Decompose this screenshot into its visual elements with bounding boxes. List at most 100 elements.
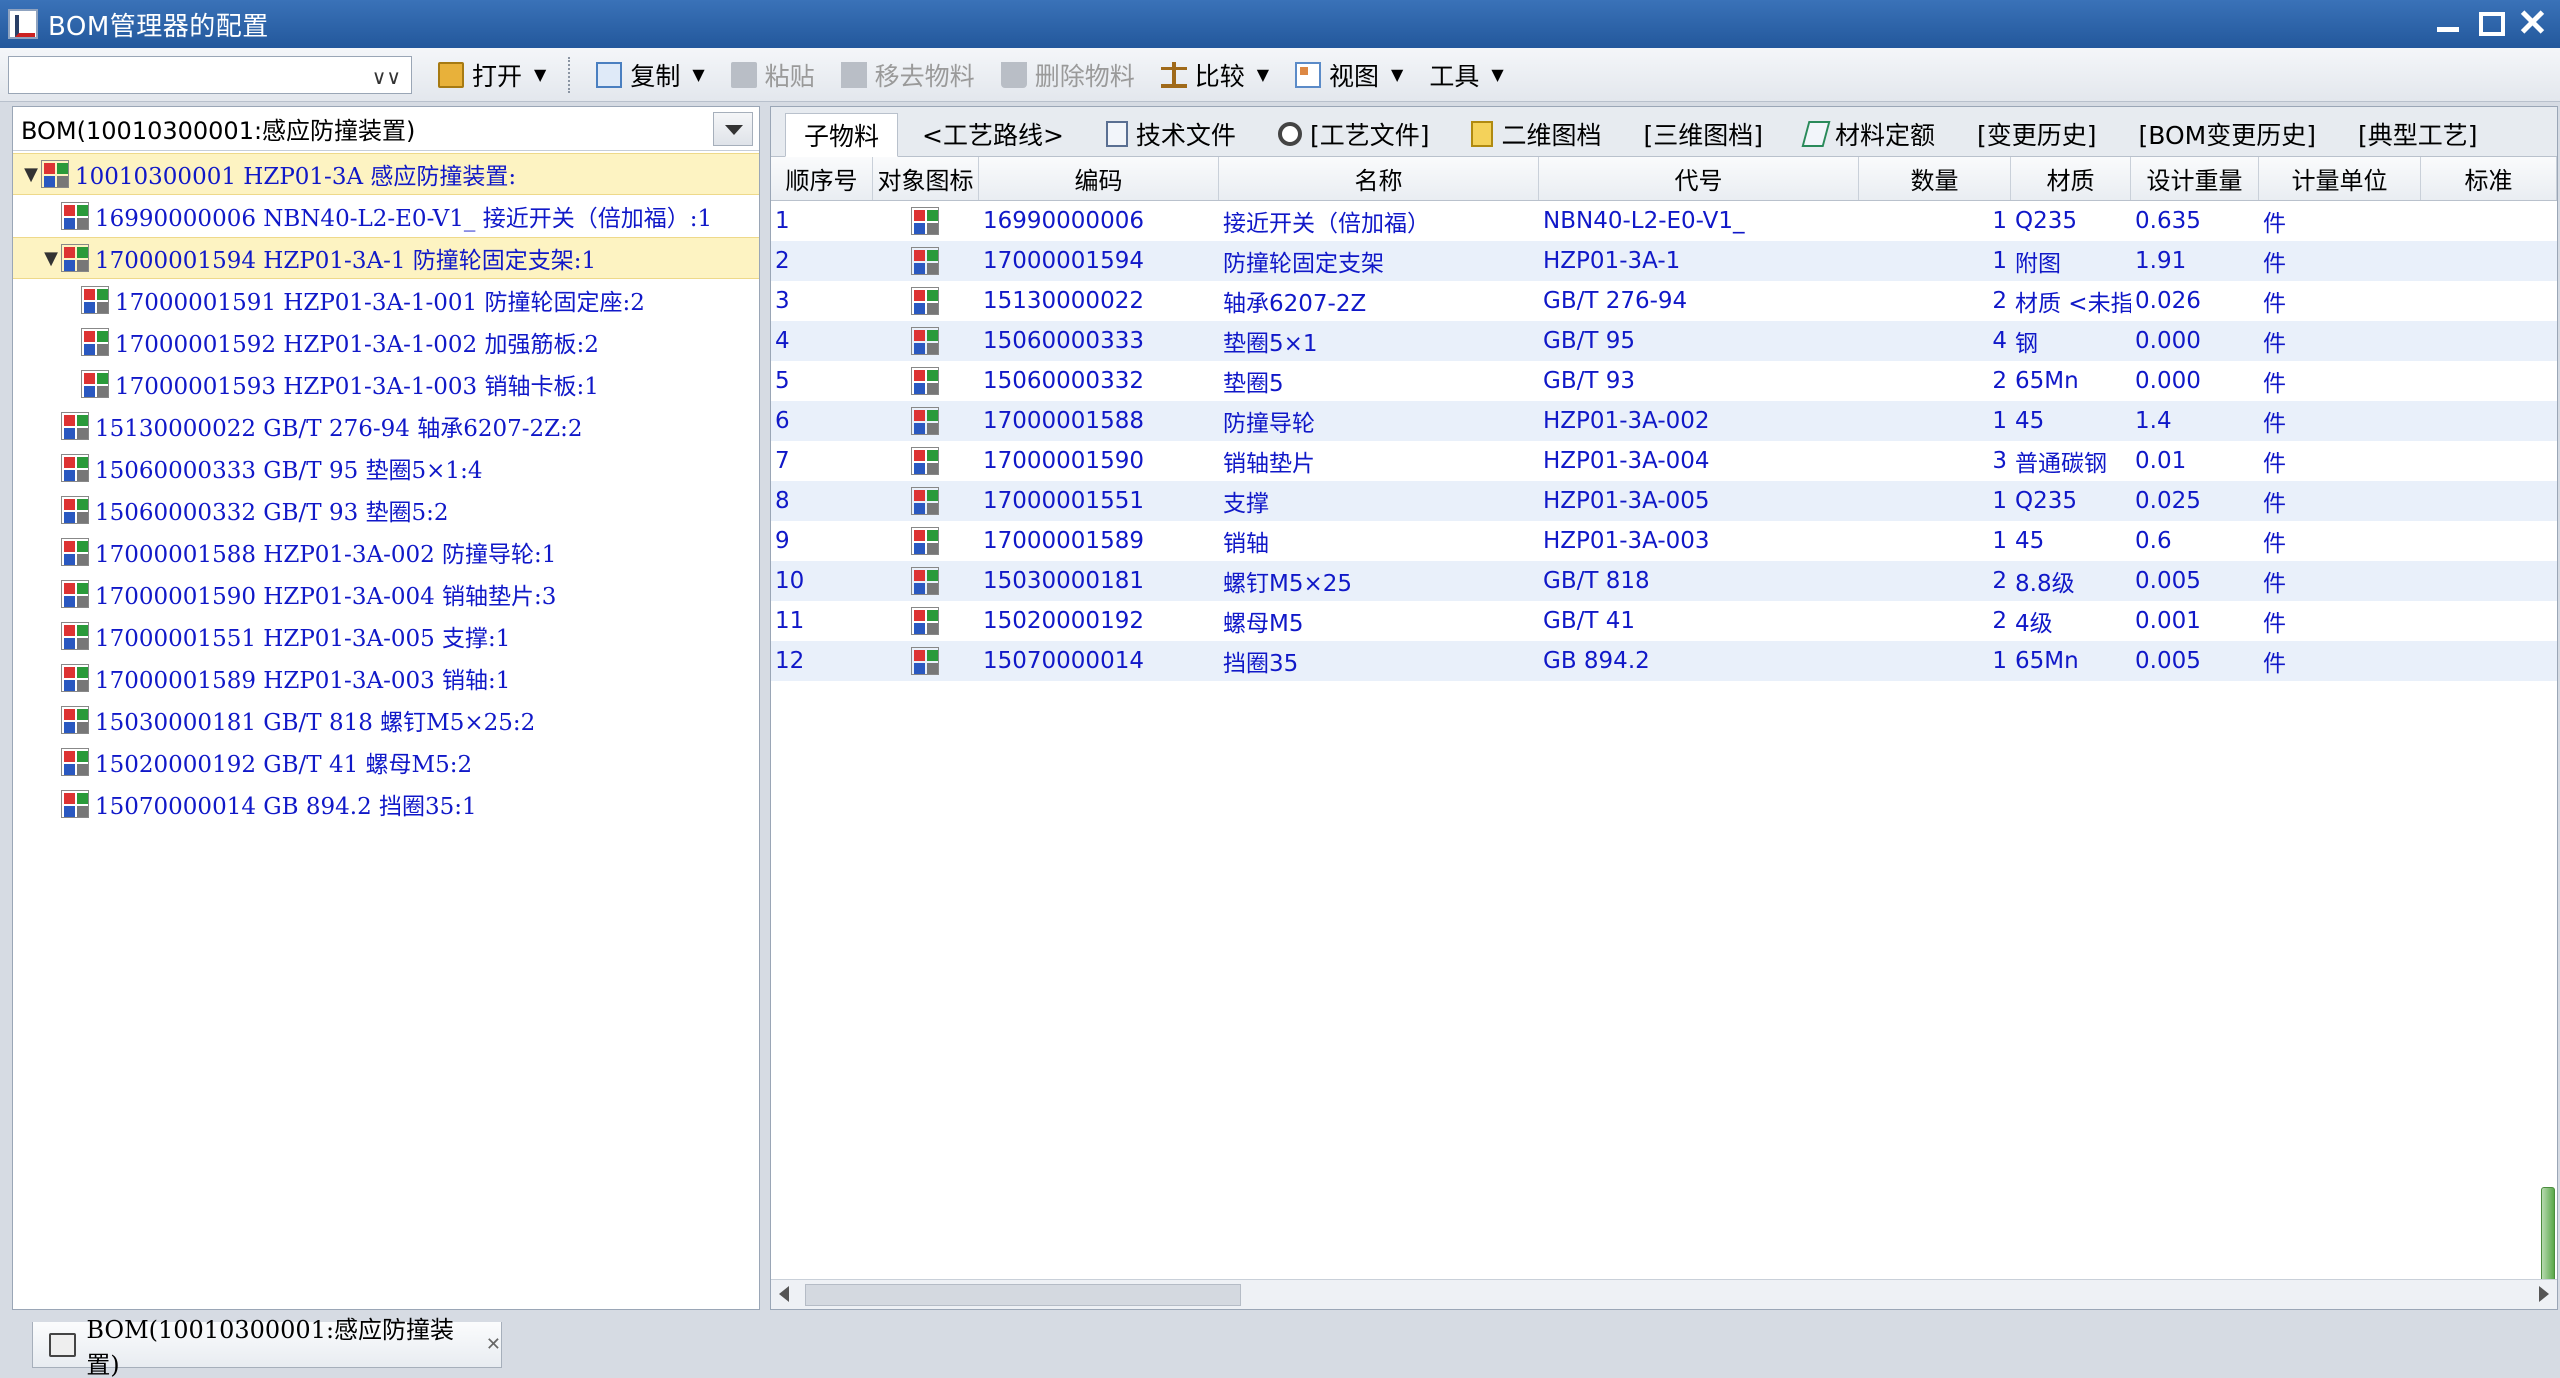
table-cell: 11 (775, 608, 805, 634)
document-tab[interactable]: BOM(10010300001:感应防撞装置) ✕ (32, 1316, 502, 1378)
part-icon (61, 538, 89, 566)
table-cell: 件 (2263, 611, 2286, 637)
table-cell: 件 (2263, 291, 2286, 317)
table-row[interactable]: 2 17000001594 防撞轮固定支架 HZP01-3A-1 1 附图 1.91 件 (771, 241, 2557, 281)
tree-node[interactable]: 17000001591 HZP01-3A-1-001 防撞轮固定座:2 (13, 279, 759, 321)
bom-tree-panel: BOM(10010300001:感应防撞装置) ▼ 10010300001 HZP… (12, 106, 760, 1310)
table-row[interactable]: 1 16990000006 接近开关（倍加福） NBN40-L2-E0-V1_ 1 Q23… (771, 201, 2557, 241)
table-row[interactable]: 5 15060000332 垫圈5 GB/T 93 2 65Mn 0.000 件 (771, 361, 2557, 401)
caret-down-icon: ▼ (1491, 65, 1504, 84)
minimize-icon[interactable] (2434, 8, 2462, 36)
open-button[interactable]: 打开 ▼ (438, 57, 546, 93)
table-cell: 65Mn (2015, 368, 2079, 394)
table-row[interactable]: 11 15020000192 螺母M5 GB/T 41 2 4级 0.001 件 (771, 601, 2557, 641)
part-icon (81, 328, 109, 356)
table-cell: Q235 (2015, 488, 2078, 514)
tree-node[interactable]: 15030000181 GB/T 818 螺钉M5×25:2 (13, 699, 759, 741)
bom-selector[interactable]: BOM(10010300001:感应防撞装置) (13, 107, 759, 151)
tree-node-label: 15070000014 GB 894.2 挡圈35:1 (95, 794, 477, 820)
tab-0[interactable]: 子物料 (785, 113, 899, 157)
dropdown-arrow-icon[interactable] (713, 112, 753, 146)
table-cell: 0.01 (2135, 448, 2187, 474)
table-cell: 15130000022 (983, 288, 1144, 314)
gear-icon (1277, 122, 1302, 146)
table-row[interactable]: 10 15030000181 螺钉M5×25 GB/T 818 2 8.8级 0.005 件 (771, 561, 2557, 601)
compare-button[interactable]: 比较 ▼ (1160, 57, 1269, 93)
part-icon (41, 160, 69, 188)
table-cell: 4 (1992, 328, 2007, 354)
tab-8[interactable]: [BOM变更历史] (2121, 112, 2334, 156)
table-row[interactable]: 7 17000001590 销轴垫片 HZP01-3A-004 3 普通碳钢 0.01 件 (771, 441, 2557, 481)
tree-node[interactable]: 17000001551 HZP01-3A-005 支撑:1 (13, 615, 759, 657)
tab-4[interactable]: 二维图档 (1453, 112, 1619, 156)
tools-button[interactable]: 工具 ▼ (1429, 57, 1503, 93)
table-row[interactable]: 9 17000001589 销轴 HZP01-3A-003 1 45 0.6 件 (771, 521, 2557, 561)
paste-button[interactable]: 粘贴 (730, 57, 815, 93)
column-header[interactable]: 标准 (2421, 157, 2557, 200)
table-row[interactable]: 3 15130000022 轴承6207-2Z GB/T 276-94 2 材质 <未指定… (771, 281, 2557, 321)
horizontal-scrollbar[interactable] (771, 1279, 2557, 1309)
close-tab-icon[interactable]: ✕ (486, 1334, 501, 1355)
tab-1[interactable]: <工艺路线> (904, 112, 1082, 156)
tree-node[interactable]: 17000001589 HZP01-3A-003 销轴:1 (13, 657, 759, 699)
material-icon (1801, 121, 1831, 147)
table-row[interactable]: 6 17000001588 防撞导轮 HZP01-3A-002 1 45 1.4 件 (771, 401, 2557, 441)
tree-node[interactable]: ▼ 17000001594 HZP01-3A-1 防撞轮固定支架:1 (13, 237, 759, 279)
tree-node[interactable]: 17000001588 HZP01-3A-002 防撞导轮:1 (13, 531, 759, 573)
tab-3[interactable]: [工艺文件] (1260, 112, 1448, 156)
table-cell (873, 287, 979, 315)
tree-node[interactable]: 17000001590 HZP01-3A-004 销轴垫片:3 (13, 573, 759, 615)
tree-node[interactable]: 15020000192 GB/T 41 螺母M5:2 (13, 741, 759, 783)
tree-node[interactable]: ▼ 10010300001 HZP01-3A 感应防撞装置: (13, 153, 759, 195)
column-header[interactable]: 对象图标 (873, 157, 979, 200)
part-icon (911, 367, 939, 395)
column-header[interactable]: 材质 (2011, 157, 2131, 200)
remove-material-button[interactable]: 移去物料 (840, 57, 975, 93)
column-header[interactable]: 设计重量 (2131, 157, 2259, 200)
column-header[interactable]: 计量单位 (2259, 157, 2421, 200)
tree-node[interactable]: 15060000333 GB/T 95 垫圈5×1:4 (13, 447, 759, 489)
close-icon[interactable] (2518, 8, 2546, 36)
view-button[interactable]: 视图 ▼ (1295, 57, 1403, 93)
part-icon (911, 527, 939, 555)
tab-7[interactable]: [变更历史] (1959, 112, 2115, 156)
table-cell: 8.8级 (2015, 571, 2075, 597)
scroll-right-icon[interactable] (2539, 1286, 2549, 1302)
restore-icon[interactable] (2476, 8, 2505, 36)
tab-2[interactable]: 技术文件 (1088, 112, 1254, 156)
table-cell (873, 447, 979, 475)
scroll-thumb[interactable] (805, 1284, 1241, 1306)
part-icon (911, 207, 939, 235)
table-cell: 5 (775, 368, 790, 394)
toolbar-combo[interactable]: ∨∨ (8, 55, 412, 94)
table-row[interactable]: 12 15070000014 挡圈35 GB 894.2 1 65Mn 0.005 件 (771, 641, 2557, 681)
tree-node[interactable]: 17000001592 HZP01-3A-1-002 加强筋板:2 (13, 321, 759, 363)
tree-node[interactable]: 16990000006 NBN40-L2-E0-V1_ 接近开关（倍加福）:1 (13, 195, 759, 237)
table-row[interactable]: 4 15060000333 垫圈5×1 GB/T 95 4 钢 0.000 件 (771, 321, 2557, 361)
column-header[interactable]: 顺序号 (771, 157, 873, 200)
expand-toggle-icon[interactable]: ▼ (41, 248, 61, 269)
chevron-down-icon: ∨∨ (371, 64, 401, 89)
table-cell: GB 894.2 (1543, 648, 1650, 674)
column-header[interactable]: 名称 (1219, 157, 1539, 200)
part-icon (911, 487, 939, 515)
delete-material-button[interactable]: 删除物料 (1000, 57, 1135, 93)
tab-5[interactable]: [三维图档] (1625, 112, 1781, 156)
expand-toggle-icon[interactable]: ▼ (21, 164, 41, 185)
column-header[interactable]: 代号 (1539, 157, 1859, 200)
column-header[interactable]: 编码 (979, 157, 1219, 200)
tab-9[interactable]: [典型工艺] (2340, 112, 2496, 156)
tree-node[interactable]: 17000001593 HZP01-3A-1-003 销轴卡板:1 (13, 363, 759, 405)
tree-node[interactable]: 15130000022 GB/T 276-94 轴承6207-2Z:2 (13, 405, 759, 447)
table-cell: GB/T 41 (1543, 608, 1635, 634)
table-cell: 垫圈5 (1223, 371, 1284, 397)
tab-6[interactable]: 材料定额 (1787, 112, 1953, 156)
tree-node[interactable]: 15060000332 GB/T 93 垫圈5:2 (13, 489, 759, 531)
tree-node[interactable]: 15070000014 GB 894.2 挡圈35:1 (13, 783, 759, 825)
column-header[interactable]: 数量 (1859, 157, 2011, 200)
scroll-left-icon[interactable] (779, 1286, 789, 1302)
table-cell: NBN40-L2-E0-V1_ (1543, 208, 1745, 234)
table-row[interactable]: 8 17000001551 支撑 HZP01-3A-005 1 Q235 0.025 件 (771, 481, 2557, 521)
copy-button[interactable]: 复制 ▼ (596, 57, 705, 93)
open-label: 打开 (472, 61, 523, 91)
